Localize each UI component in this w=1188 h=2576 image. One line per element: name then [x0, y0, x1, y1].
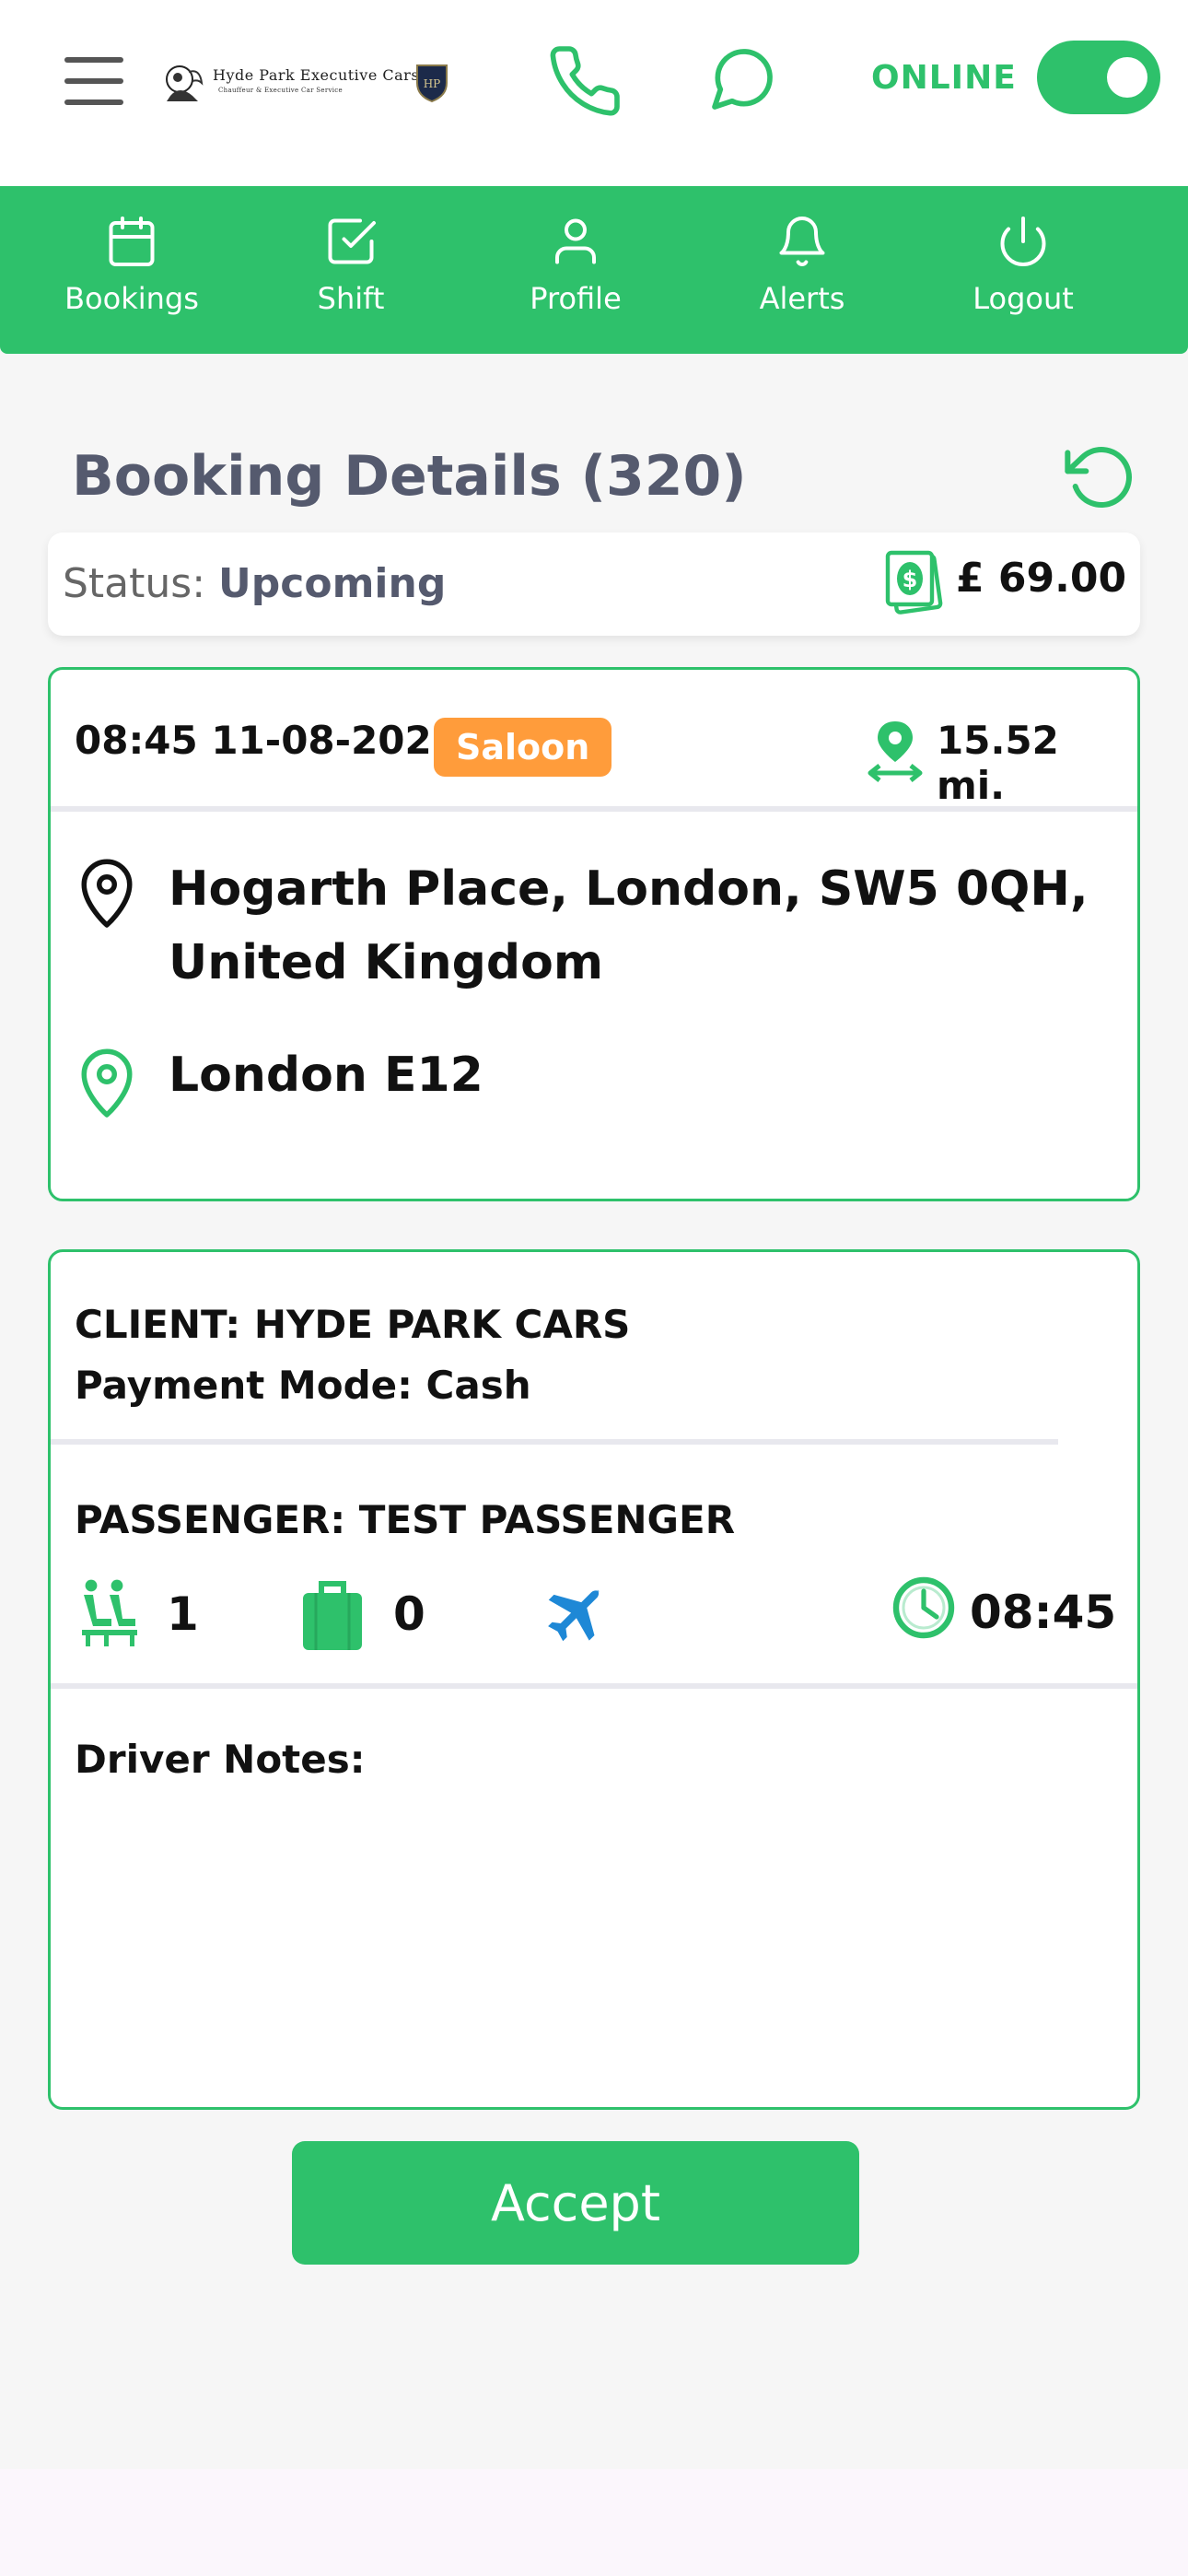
- status-value: Upcoming: [218, 560, 447, 607]
- logo-subtitle: Chauffeur & Executive Car Service: [218, 87, 343, 94]
- logo-title: Hyde Park Executive Cars: [213, 66, 420, 84]
- toggle-knob: [1107, 57, 1147, 98]
- status-label: Status:: [63, 560, 206, 607]
- bottom-safe-area: [0, 2469, 1188, 2576]
- power-icon: [1000, 217, 1046, 266]
- online-toggle[interactable]: [1037, 41, 1160, 114]
- client-name: CLIENT: HYDE PARK CARS: [75, 1302, 631, 1347]
- luggage-count: 0: [393, 1587, 425, 1641]
- svg-text:HP: HP: [424, 77, 441, 90]
- nav-logout[interactable]: Logout: [931, 186, 1115, 354]
- shield-crest-icon: HP: [416, 64, 448, 103]
- accept-button[interactable]: Accept: [292, 2141, 859, 2265]
- nav-label: Alerts: [759, 281, 845, 316]
- svg-text:$: $: [903, 567, 918, 592]
- flight-icon: [548, 1588, 600, 1642]
- nav-label: Profile: [530, 281, 622, 316]
- online-status-label: ONLINE: [871, 59, 1017, 97]
- bell-icon: [779, 217, 825, 266]
- dropoff-address: London E12: [169, 1048, 483, 1103]
- divider: [51, 806, 1137, 812]
- passenger-seat-icon: [82, 1579, 137, 1646]
- pickup-location-icon: [81, 859, 133, 928]
- status-line: Status: Upcoming: [63, 560, 446, 607]
- nav-profile[interactable]: Profile: [483, 186, 668, 354]
- top-bar: Hyde Park Executive Cars Chauffeur & Exe…: [0, 0, 1188, 186]
- luggage-icon: [303, 1581, 362, 1650]
- nav-label: Shift: [317, 281, 385, 316]
- refresh-icon[interactable]: [1065, 440, 1138, 514]
- route-card: 08:45 11-08-2026 Saloon 15.52 mi. Hogart…: [48, 667, 1140, 1201]
- pickup-address: Hogarth Place, London, SW5 0QH, United K…: [169, 861, 1089, 990]
- company-logo: Hyde Park Executive Cars Chauffeur & Exe…: [161, 59, 451, 107]
- cash-icon: $: [885, 550, 943, 615]
- pickup-time: 08:45: [970, 1586, 1117, 1639]
- passenger-name: PASSENGER: TEST PASSENGER: [75, 1497, 736, 1542]
- driver-notes-label: Driver Notes:: [75, 1737, 366, 1782]
- dropoff-location-icon: [81, 1048, 133, 1118]
- calendar-icon: [109, 217, 155, 266]
- menu-icon[interactable]: [64, 57, 123, 105]
- passenger-count: 1: [167, 1587, 199, 1641]
- lion-logo-icon: [166, 65, 204, 101]
- clock-icon: [892, 1576, 955, 1639]
- checkbox-icon: [328, 218, 376, 264]
- nav-label: Logout: [973, 281, 1074, 316]
- user-icon: [555, 218, 596, 264]
- nav-shift[interactable]: Shift: [259, 186, 443, 354]
- main-nav: Bookings Shift Profile Alerts Logout: [0, 186, 1188, 354]
- page-title: Booking Details (320): [72, 444, 747, 509]
- divider: [51, 1683, 1137, 1689]
- status-card: Status: Upcoming $ £ 69.00: [48, 533, 1140, 636]
- trip-distance: 15.52 mi.: [937, 718, 1059, 808]
- nav-bookings[interactable]: Bookings: [40, 186, 224, 354]
- fare-amount: £ 69.00: [956, 555, 1127, 602]
- vehicle-type-badge: Saloon: [434, 718, 612, 777]
- nav-alerts[interactable]: Alerts: [710, 186, 894, 354]
- nav-label: Bookings: [64, 281, 199, 316]
- distance-pin-icon: [868, 721, 923, 782]
- divider: [51, 1439, 1058, 1445]
- payment-mode: Payment Mode: Cash: [75, 1363, 531, 1408]
- phone-icon[interactable]: [546, 42, 623, 120]
- booking-detail-card: CLIENT: HYDE PARK CARS Payment Mode: Cas…: [48, 1249, 1140, 2110]
- chat-icon[interactable]: [705, 42, 779, 116]
- booking-datetime: 08:45 11-08-2026: [75, 718, 459, 763]
